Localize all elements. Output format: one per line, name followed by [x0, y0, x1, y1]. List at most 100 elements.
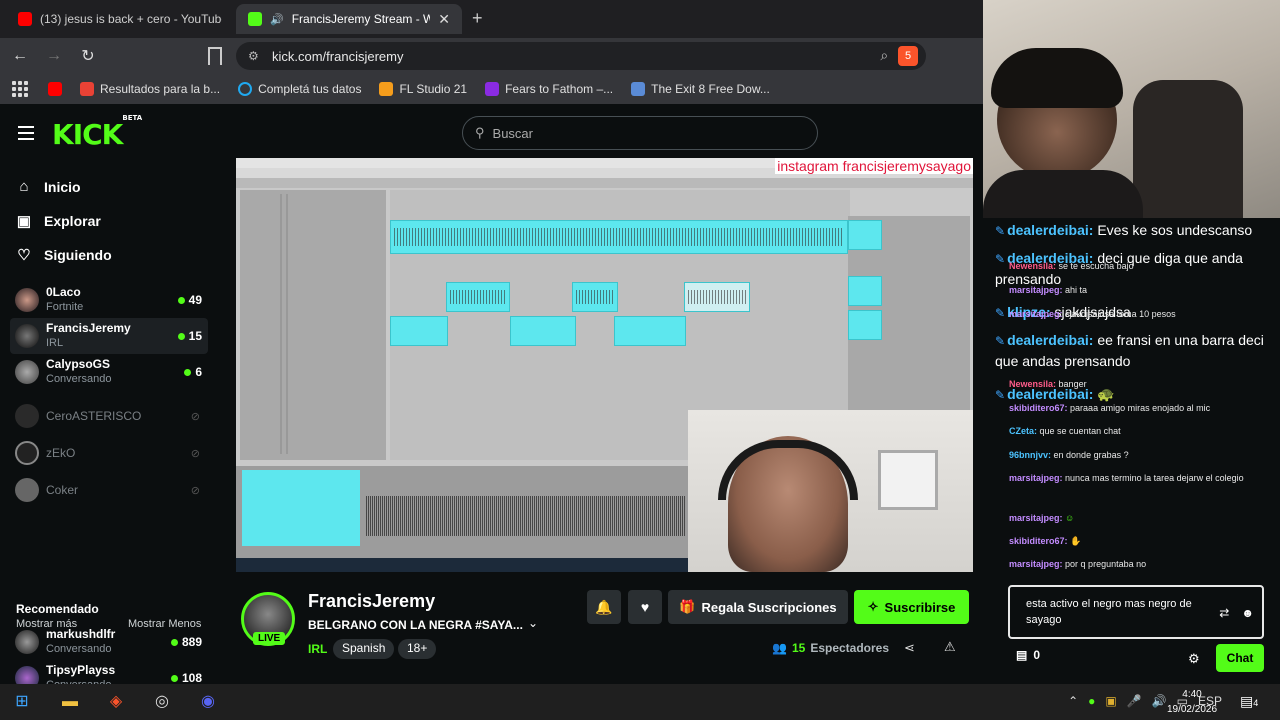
back-icon[interactable]: ← — [6, 47, 34, 65]
microphone-icon[interactable]: 🎤 — [1127, 694, 1142, 708]
channel-name: 0Laco — [46, 285, 81, 299]
kick-page: KICKBETA ⚲ Buscar ⌂ Inicio ▣ Explorar ♡ Sig… — [0, 104, 983, 691]
sidebar-channel-zeko[interactable]: zEkO ⊘ — [10, 435, 208, 471]
chat-settings-icon[interactable]: ⚙ — [1188, 651, 1200, 667]
new-tab-icon[interactable]: + — [472, 8, 483, 29]
heart-icon: ♥ — [640, 599, 650, 615]
windows-taskbar: ⊞ ▬ ◈ ◎ ◉ ⌃ ● ▣ 🎤 🔊 ▭ ESP 4:40 19/02/2026… — [0, 684, 1280, 720]
chat-user: dealerdeibai: — [1007, 332, 1094, 348]
chat-message: ✎ dealerdeibai: Eves ke sos undescanso — [995, 220, 1252, 241]
bookmark-exit-8[interactable]: The Exit 8 Free Dow... — [631, 82, 770, 96]
chevron-up-icon[interactable]: ⌃ — [1068, 694, 1078, 708]
viewer-label: Espectadores — [810, 641, 890, 655]
apps-grid-icon[interactable] — [12, 81, 28, 97]
reload-icon[interactable]: ↻ — [74, 46, 102, 66]
tab-youtube[interactable]: (13) jesus is back + cero - YouTube — [6, 4, 234, 34]
address-bar[interactable]: ⚙ kick.com/francisjeremy ⌕ ⇪ — [236, 42, 926, 70]
chat-text: Eves ke sos undescanso — [1097, 222, 1253, 238]
nav-siguiendo[interactable]: ♡ Siguiendo — [16, 246, 111, 264]
chat-text: en donde grabas ? — [1053, 450, 1129, 460]
tab-title: FrancisJeremy Stream - Watch — [291, 12, 431, 26]
kick-logo[interactable]: KICKBETA — [52, 114, 142, 151]
bookmark-label: FL Studio 21 — [399, 82, 468, 96]
gift-subs-button[interactable]: 🎁 Regala Suscripciones — [668, 590, 848, 624]
brave-shields-icon[interactable]: 5 — [898, 46, 918, 66]
chat-send-button[interactable]: Chat — [1216, 644, 1264, 672]
chat-text: que se cuentan chat — [1039, 426, 1121, 436]
offline-icon: ⊘ — [190, 447, 200, 460]
chat-message: marsitajpeg: nunca mas termino la tarea … — [1009, 472, 1271, 484]
chat-message: marsitajpeg: ahi ta — [1009, 284, 1087, 296]
heart-icon: ♡ — [17, 247, 31, 264]
menu-icon[interactable] — [18, 126, 34, 144]
sidebar: ⌂ Inicio ▣ Explorar ♡ Siguiendo 0Laco Fortni… — [0, 160, 216, 691]
home-icon: ⌂ — [19, 178, 29, 195]
notifications-count: 4 — [1253, 698, 1259, 708]
chevron-down-icon[interactable]: ⌄ — [528, 616, 538, 630]
nav-inicio[interactable]: ⌂ Inicio — [16, 178, 81, 195]
tray-app-icon[interactable]: ● — [1088, 694, 1095, 708]
live-dot — [170, 638, 178, 646]
nav-explorar[interactable]: ▣ Explorar — [16, 212, 101, 230]
report-icon[interactable]: ⚠ — [944, 639, 956, 655]
avatar — [15, 441, 39, 465]
tab-kick[interactable]: 🔊 FrancisJeremy Stream - Watch ✕ — [236, 4, 462, 34]
chat-message: CZeta: que se cuentan chat — [1009, 425, 1121, 437]
sidebar-recommended-markushdlfr[interactable]: markushdlfr Conversando 889 — [10, 624, 208, 660]
nav-label: Inicio — [44, 178, 81, 195]
bookmarks-bar: Resultados para la b... Completá tus dat… — [0, 74, 983, 104]
sidebar-channel-calypsogs[interactable]: CalypsoGS Conversando 6 — [10, 354, 208, 390]
channel-name: FrancisJeremy — [46, 321, 131, 335]
translate-icon[interactable]: ⇄ — [1219, 605, 1229, 621]
obs-icon[interactable]: ◎ — [150, 690, 174, 714]
sidebar-channel-coker[interactable]: Coker ⊘ — [10, 472, 208, 508]
tag-language[interactable]: Spanish — [333, 639, 395, 659]
sidebar-channel-0laco[interactable]: 0Laco Fortnite 49 — [10, 282, 208, 318]
discord-icon[interactable]: ◉ — [196, 690, 220, 714]
file-explorer-icon[interactable]: ▬ — [58, 690, 82, 714]
system-clock[interactable]: 4:40 19/02/2026 — [1162, 687, 1222, 717]
channel-name[interactable]: FrancisJeremy — [308, 591, 435, 612]
exit-icon — [631, 82, 646, 96]
forward-icon[interactable]: → — [40, 47, 68, 65]
notifications-icon[interactable]: ▤4 — [1240, 693, 1258, 710]
zoom-icon[interactable]: ⌕ — [880, 47, 888, 64]
site-info-icon[interactable]: ⚙ — [248, 49, 259, 63]
chat-message: ✎ dealerdeibai: ee fransi en una barra de… — [995, 330, 1265, 371]
brave-icon[interactable]: ◈ — [104, 690, 128, 714]
search-input[interactable]: ⚲ Buscar — [462, 116, 818, 150]
bookmark-youtube[interactable] — [48, 82, 62, 96]
channel-points[interactable]: ▤ 0 — [1016, 648, 1040, 662]
chat-message: skibiditero67: paraaa amigo miras enojad… — [1009, 402, 1210, 414]
close-tab-icon[interactable]: ✕ — [438, 11, 450, 28]
bookmark-fl-studio[interactable]: FL Studio 21 — [379, 82, 467, 96]
emoji-icon[interactable]: ☻ — [1241, 605, 1254, 621]
offline-icon: ⊘ — [190, 410, 200, 423]
star-icon: ✧ — [867, 599, 879, 614]
share-icon[interactable]: ⋖ — [904, 640, 915, 656]
live-dot — [177, 332, 185, 340]
video-player[interactable]: instagram francisjeremysayago — [236, 158, 973, 572]
sidebar-channel-francisjeremy[interactable]: FrancisJeremy IRL 15 — [10, 318, 208, 354]
tag-age[interactable]: 18+ — [398, 639, 437, 659]
live-dot — [170, 674, 178, 682]
tray-app-icon[interactable]: ▣ — [1105, 694, 1116, 708]
chat-user: marsitajpeg: — [1009, 309, 1063, 319]
subscribe-button[interactable]: ✧ Suscribirse — [854, 590, 969, 624]
url-text: kick.com/francisjeremy — [272, 48, 404, 64]
bookmark-google[interactable]: Resultados para la b... — [80, 82, 220, 96]
windows-start-icon[interactable]: ⊞ — [10, 690, 34, 714]
clock-time: 4:40 — [1182, 689, 1202, 700]
circle-icon — [238, 82, 253, 96]
bookmark-completa[interactable]: Completá tus datos — [238, 82, 361, 96]
category-link[interactable]: IRL — [308, 642, 327, 656]
daw-toolbar — [236, 178, 973, 188]
sidebar-channel-ceroasterisco[interactable]: CeroASTERISCO ⊘ — [10, 398, 208, 434]
chat-user: marsitajpeg: — [1009, 513, 1063, 523]
notification-bell-button[interactable]: 🔔 — [587, 590, 621, 624]
follow-button[interactable]: ♥ — [628, 590, 662, 624]
bookmark-fears-to-fathom[interactable]: Fears to Fathom –... — [485, 82, 613, 96]
bookmark-label: Completá tus datos — [258, 82, 362, 96]
bookmark-icon[interactable] — [208, 47, 222, 65]
chat-input[interactable]: esta activo el negro mas negro de sayago… — [1008, 585, 1264, 639]
